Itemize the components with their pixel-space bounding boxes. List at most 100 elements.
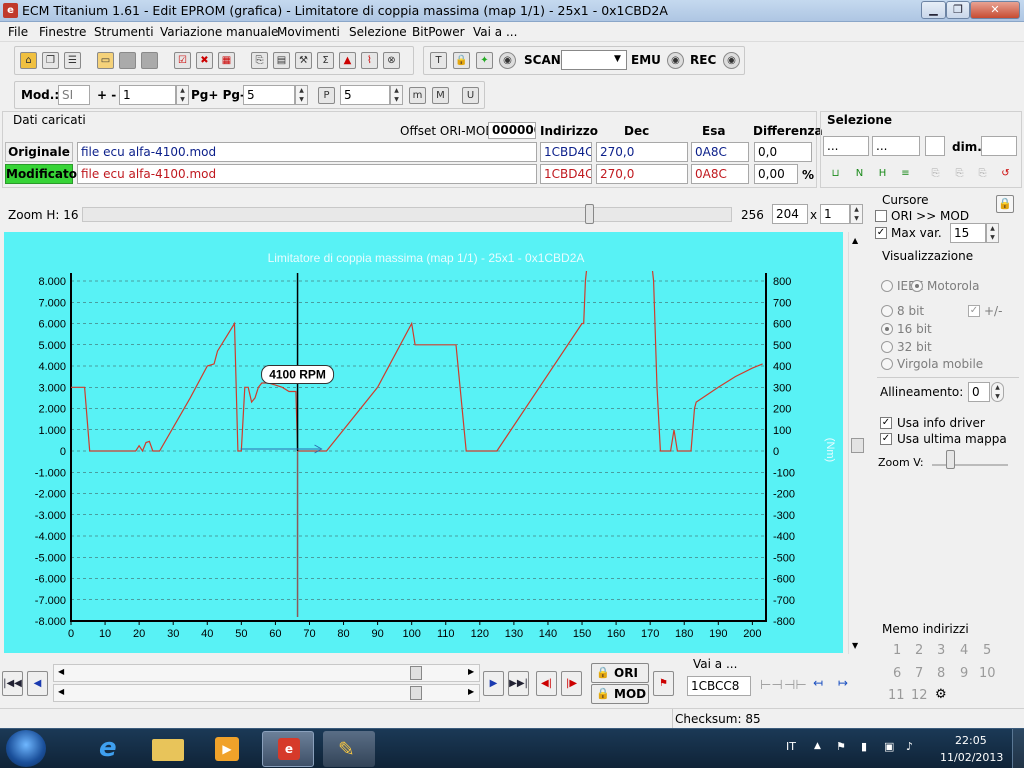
list-icon[interactable]: ☰: [64, 52, 81, 69]
memo-item-7[interactable]: 7: [915, 666, 923, 681]
next-map-button[interactable]: |▶: [561, 671, 582, 696]
zoom-h-slider[interactable]: [82, 207, 732, 222]
16bit-radio[interactable]: [881, 323, 893, 335]
zoom-w-field[interactable]: 204: [772, 204, 808, 224]
chart-svg[interactable]: Limitatore di coppia massima (map 1/1) -…: [4, 232, 843, 653]
p-button-icon[interactable]: P: [318, 87, 335, 104]
vai-a-field[interactable]: 1CBCC8: [687, 676, 751, 696]
transfer-icon[interactable]: T: [430, 52, 447, 69]
page-stepper[interactable]: ▲ ▼: [295, 85, 308, 105]
m-large-icon[interactable]: M: [432, 87, 449, 104]
next-button[interactable]: ▶: [483, 671, 504, 696]
compare-icon[interactable]: ✖: [196, 52, 213, 69]
minimize-button[interactable]: ▁: [921, 1, 946, 19]
network-icon[interactable]: ▣: [884, 740, 894, 753]
scroll-up-icon[interactable]: ▲: [852, 236, 858, 245]
binoculars-icon[interactable]: ⊗: [383, 52, 400, 69]
ori-mod-checkbox[interactable]: [875, 210, 887, 222]
zoom-v-slider[interactable]: [932, 456, 1008, 466]
run-icon[interactable]: ✦: [476, 52, 493, 69]
modificato-esa[interactable]: 0A8C: [691, 164, 749, 184]
menu-strumenti[interactable]: Strumenti: [94, 25, 154, 39]
shapes-icon[interactable]: ▲: [339, 52, 356, 69]
ieee-radio[interactable]: [881, 280, 893, 292]
ori-right-arrow-icon[interactable]: ▶: [468, 667, 474, 676]
max-var-field[interactable]: 15: [950, 223, 986, 243]
battery-icon[interactable]: ▮: [861, 740, 867, 753]
close-button[interactable]: ✕: [970, 1, 1020, 19]
memo-item-4[interactable]: 4: [960, 643, 968, 658]
page-field[interactable]: 5: [243, 85, 295, 105]
mod-button[interactable]: 🔒 MOD: [591, 684, 649, 704]
flag-tray-icon[interactable]: ⚑: [836, 740, 846, 753]
open-folder-icon[interactable]: ▭: [97, 52, 114, 69]
memo-item-2[interactable]: 2: [915, 643, 923, 658]
memo-item-1[interactable]: 1: [893, 643, 901, 658]
selezione-start[interactable]: ...: [823, 136, 869, 156]
clock-date[interactable]: 11/02/2013: [940, 751, 1003, 764]
allineamento-field[interactable]: 0: [968, 382, 990, 402]
windows-icon[interactable]: ❐: [42, 52, 59, 69]
ori-scroll-thumb[interactable]: [410, 666, 422, 680]
dim-field[interactable]: [981, 136, 1017, 156]
last-button[interactable]: ▶▶|: [508, 671, 529, 696]
menu-finestre[interactable]: Finestre: [39, 25, 86, 39]
originale-esa[interactable]: 0A8C: [691, 142, 749, 162]
prev-map-button[interactable]: ◀|: [536, 671, 557, 696]
menu-vai-a[interactable]: Vai a ...: [473, 25, 517, 39]
paste-special-icon[interactable]: ⎘: [974, 166, 991, 183]
paint-taskbar-button[interactable]: ✎: [323, 731, 375, 767]
show-desktop-button[interactable]: [1012, 729, 1024, 768]
offset-field[interactable]: 000000: [488, 122, 536, 139]
scroll-thumb[interactable]: [851, 438, 864, 453]
menu-movimenti[interactable]: Movimenti: [277, 25, 340, 39]
32bit-radio[interactable]: [881, 341, 893, 353]
scroll-down-icon[interactable]: ▼: [852, 641, 858, 650]
memo-item-10[interactable]: 10: [979, 666, 996, 681]
mod-right-arrow-icon[interactable]: ▶: [468, 687, 474, 696]
emu-button-icon[interactable]: ◉: [667, 52, 684, 69]
start-button[interactable]: [6, 730, 46, 767]
checklist-icon[interactable]: ☑: [174, 52, 191, 69]
media-taskbar-button[interactable]: ▶: [201, 731, 253, 767]
lock-panel-icon[interactable]: 🔒: [996, 195, 1014, 213]
mod-left-arrow-icon[interactable]: ◀: [58, 687, 64, 696]
zoom-h-thumb[interactable]: [585, 204, 594, 224]
memo-prev-icon[interactable]: ↤: [813, 676, 823, 690]
memo-item-11[interactable]: 11: [888, 688, 905, 703]
m-small-icon[interactable]: m: [409, 87, 426, 104]
memo-edit-icon[interactable]: ⚙: [935, 687, 947, 702]
prev-button[interactable]: ◀: [27, 671, 48, 696]
originale-differenza[interactable]: 0,0: [754, 142, 812, 162]
language-indicator[interactable]: IT: [786, 740, 796, 753]
paste-disabled-icon[interactable]: ⎘: [951, 166, 968, 183]
modificato-indirizzo[interactable]: 1CBD4C: [540, 164, 592, 184]
selezione-end[interactable]: ...: [872, 136, 920, 156]
chart-icon[interactable]: ⌇: [361, 52, 378, 69]
p-stepper[interactable]: ▲ ▼: [390, 85, 403, 105]
ecm-taskbar-button[interactable]: e: [262, 731, 314, 767]
save-icon[interactable]: [119, 52, 136, 69]
memo-item-6[interactable]: 6: [893, 666, 901, 681]
scan-record-icon[interactable]: ◉: [499, 52, 516, 69]
max-var-stepper[interactable]: ▲ ▼: [986, 223, 999, 243]
copy-map-icon[interactable]: ⎘: [251, 52, 268, 69]
modificato-differenza[interactable]: 0,00: [754, 164, 798, 184]
step-field[interactable]: 1: [119, 85, 176, 105]
allineamento-stepper[interactable]: ▲ ▼: [991, 382, 1004, 402]
motorola-radio[interactable]: [911, 280, 923, 292]
modificato-file[interactable]: file ecu alfa-4100.mod: [77, 164, 537, 184]
u-icon[interactable]: U: [462, 87, 479, 104]
originale-file[interactable]: file ecu alfa-4100.mod: [77, 142, 537, 162]
rec-button-icon[interactable]: ◉: [723, 52, 740, 69]
memo-next-icon[interactable]: ↦: [838, 676, 848, 690]
tools-icon[interactable]: ⚒: [295, 52, 312, 69]
memo-item-5[interactable]: 5: [983, 643, 991, 658]
lock-icon[interactable]: 🔒: [453, 52, 470, 69]
goto-left-icon[interactable]: ⊢⊣: [760, 678, 783, 693]
menu-file[interactable]: File: [8, 25, 28, 39]
modificato-dec[interactable]: 270,0: [596, 164, 688, 184]
mod-field[interactable]: SI: [58, 85, 90, 105]
goto-right-icon[interactable]: ⊣⊢: [784, 678, 807, 693]
first-button[interactable]: |◀◀: [2, 671, 23, 696]
